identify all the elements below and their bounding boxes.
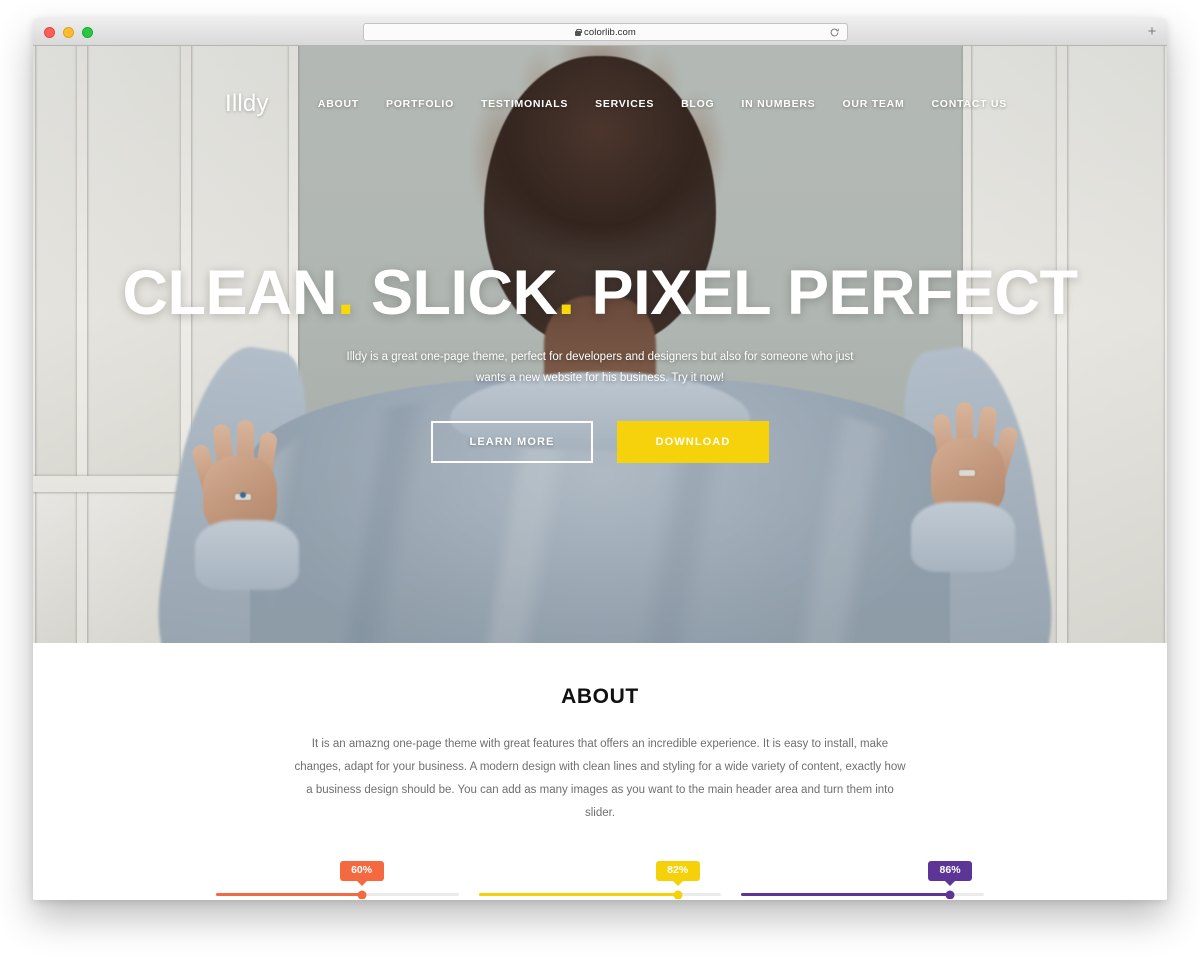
hero-title-part2: SLICK <box>354 258 558 328</box>
site-logo[interactable]: Illdy <box>225 90 269 118</box>
page-viewport: Illdy ABOUT PORTFOLIO TESTIMONIALS SERVI… <box>33 46 1167 899</box>
close-button[interactable] <box>44 27 55 38</box>
site-header: Illdy ABOUT PORTFOLIO TESTIMONIALS SERVI… <box>33 90 1167 118</box>
skill-track[interactable] <box>216 890 459 899</box>
about-title: ABOUT <box>561 685 639 708</box>
nav-item-about[interactable]: ABOUT <box>318 98 359 110</box>
nav-item-in-numbers[interactable]: IN NUMBERS <box>741 98 815 110</box>
browser-titlebar: colorlib.com + <box>33 18 1167 46</box>
reload-icon[interactable] <box>829 27 840 38</box>
window-controls <box>44 27 93 38</box>
hero-title-dot-2: . <box>557 258 576 328</box>
hero-title-part3: PIXEL PERFECT <box>574 258 1078 328</box>
browser-window: colorlib.com + Illdy ABOUT PORTFOLIO TES… <box>33 18 1167 900</box>
nav-item-blog[interactable]: BLOG <box>681 98 714 110</box>
skill-knob[interactable] <box>673 890 683 899</box>
nav-item-services[interactable]: SERVICES <box>595 98 654 110</box>
skill-percent-badge: 82% <box>655 861 700 885</box>
new-tab-button[interactable]: + <box>1141 21 1163 42</box>
hero-section: Illdy ABOUT PORTFOLIO TESTIMONIALS SERVI… <box>33 46 1167 643</box>
skill-track[interactable] <box>741 890 985 899</box>
nav-item-portfolio[interactable]: PORTFOLIO <box>386 98 454 110</box>
minimize-button[interactable] <box>63 27 74 38</box>
hero-button-group: LEARN MORE DOWNLOAD <box>33 420 1167 463</box>
nav-item-contact-us[interactable]: CONTACT US <box>931 98 1007 110</box>
new-tab-label: + <box>1147 23 1157 40</box>
skill-fill <box>216 893 362 896</box>
skill-track[interactable] <box>478 890 722 899</box>
hero-title: CLEAN. SLICK. PIXEL PERFECT <box>33 262 1167 325</box>
download-button[interactable]: DOWNLOAD <box>617 420 769 463</box>
lock-icon <box>575 28 582 36</box>
address-bar[interactable]: colorlib.com <box>363 23 848 41</box>
nav-item-our-team[interactable]: OUR TEAM <box>842 98 904 110</box>
url-label: colorlib.com <box>584 26 636 38</box>
skill-percent-badge: 60% <box>339 861 384 885</box>
nav-item-testimonials[interactable]: TESTIMONIALS <box>481 98 568 110</box>
learn-more-button[interactable]: LEARN MORE <box>431 420 593 463</box>
skill-fill <box>741 893 951 896</box>
hero-title-dot-1: . <box>337 258 355 328</box>
address-bar-text: colorlib.com <box>575 27 636 38</box>
skill-fill <box>478 893 678 896</box>
skill-knob[interactable] <box>357 890 367 899</box>
about-section: ABOUT It is an amazng one-page theme wit… <box>33 643 1167 899</box>
zoom-button[interactable] <box>82 27 93 38</box>
skill-percent-badge: 86% <box>928 861 973 885</box>
about-description: It is an amazng one-page theme with grea… <box>294 738 906 819</box>
hero-content: CLEAN. SLICK. PIXEL PERFECT Illdy is a g… <box>33 262 1167 463</box>
skill-knob[interactable] <box>945 890 955 899</box>
hero-title-part1: CLEAN <box>122 258 338 328</box>
main-navigation: ABOUT PORTFOLIO TESTIMONIALS SERVICES BL… <box>318 98 1007 110</box>
hero-subtitle: Illdy is a great one-page theme, perfect… <box>346 351 854 385</box>
